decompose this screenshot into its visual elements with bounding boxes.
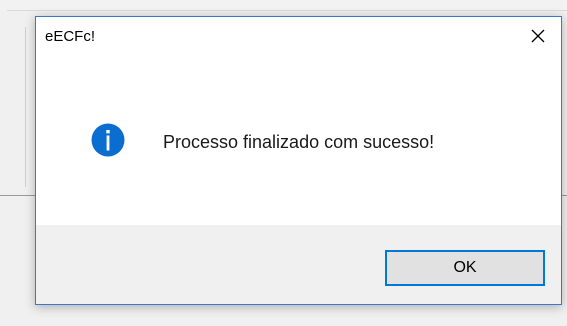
dialog-content: Processo finalizado com sucesso!	[36, 55, 561, 225]
dialog-message: Processo finalizado com sucesso!	[163, 132, 435, 152]
info-icon	[91, 123, 125, 157]
dialog-titlebar[interactable]: eECFc!	[36, 17, 561, 55]
dialog-title: eECFc!	[45, 28, 96, 45]
close-icon	[531, 29, 545, 43]
message-dialog: eECFc! Processo finalizado com sucesso! …	[35, 16, 562, 305]
background-panel-border	[25, 27, 26, 187]
close-button[interactable]	[515, 17, 561, 55]
ok-button[interactable]: OK	[385, 250, 545, 286]
dialog-footer: OK	[36, 225, 561, 304]
background-window-top	[0, 0, 567, 10]
